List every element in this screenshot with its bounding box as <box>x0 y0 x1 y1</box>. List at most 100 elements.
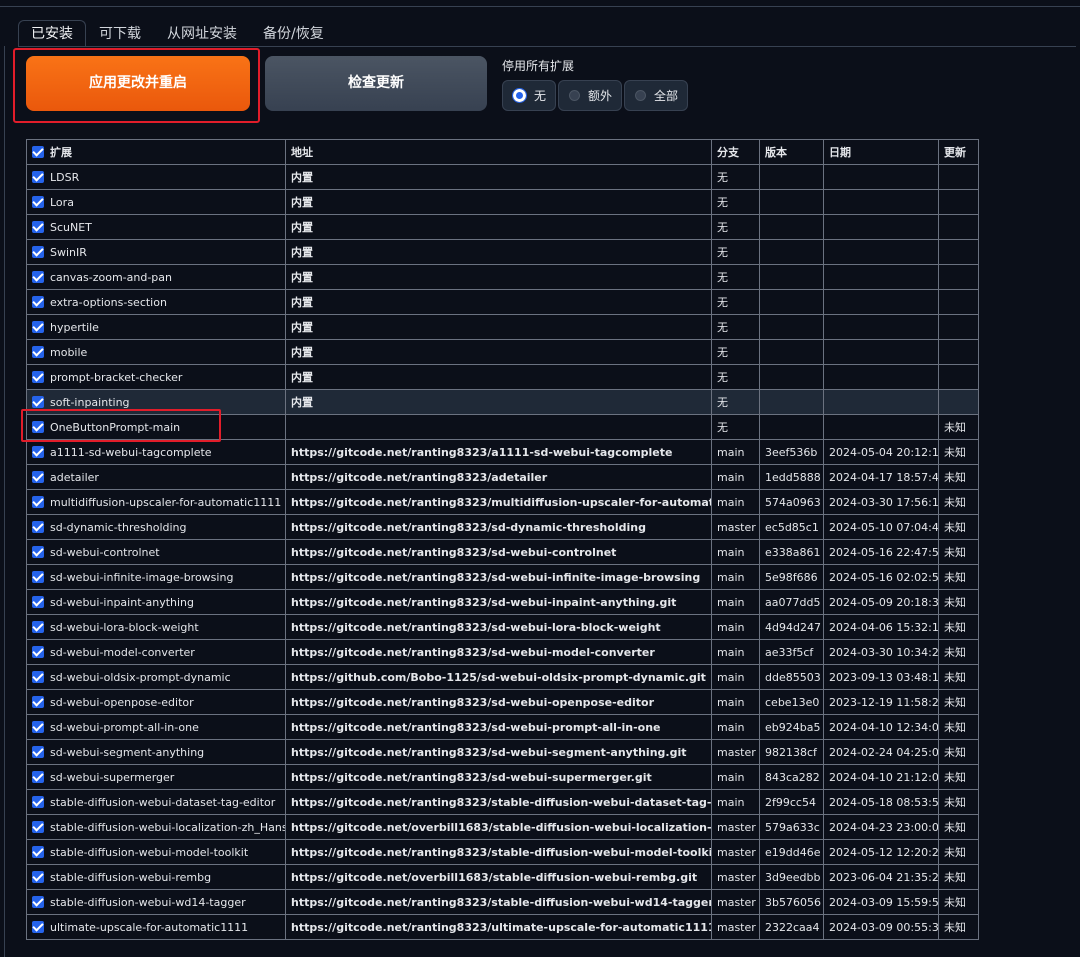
url-cell[interactable]: https://gitcode.net/ranting8323/adetaile… <box>285 464 712 490</box>
url-cell[interactable]: https://github.com/Bobo-1125/sd-webui-ol… <box>285 664 712 690</box>
extension-name-cell: sd-webui-prompt-all-in-one <box>26 714 286 740</box>
version-cell <box>759 164 824 190</box>
url-cell[interactable]: https://gitcode.net/ranting8323/sd-webui… <box>285 714 712 740</box>
update-status-cell: 未知 <box>938 439 979 465</box>
url-cell[interactable]: https://gitcode.net/ranting8323/sd-webui… <box>285 564 712 590</box>
radio-all[interactable]: 全部 <box>624 80 689 111</box>
branch-cell: main <box>711 689 760 715</box>
enable-checkbox-icon[interactable] <box>32 720 44 733</box>
url-cell[interactable]: https://gitcode.net/ranting8323/sd-webui… <box>285 539 712 565</box>
date-cell <box>823 239 939 265</box>
extension-name-cell: sd-webui-openpose-editor <box>26 689 286 715</box>
enable-checkbox-icon[interactable] <box>32 620 44 633</box>
enable-checkbox-icon[interactable] <box>32 495 44 508</box>
table-row: ultimate-upscale-for-automatic1111 https:… <box>26 914 979 940</box>
check-updates-button[interactable]: 检查更新 <box>265 56 487 111</box>
enable-checkbox-icon[interactable] <box>32 895 44 908</box>
extension-name: mobile <box>50 345 88 359</box>
extension-name: sd-webui-infinite-image-browsing <box>50 570 234 584</box>
enable-checkbox-icon[interactable] <box>32 570 44 583</box>
extension-name-cell: stable-diffusion-webui-wd14-tagger <box>26 889 286 915</box>
enable-checkbox-icon[interactable] <box>32 270 44 283</box>
table-row: stable-diffusion-webui-wd14-tagger https:… <box>26 889 979 915</box>
tab-available[interactable]: 可下载 <box>86 20 154 47</box>
url-cell[interactable]: https://gitcode.net/ranting8323/sd-dynam… <box>285 514 712 540</box>
url-cell[interactable]: https://gitcode.net/ranting8323/stable-d… <box>285 889 712 915</box>
extension-name: sd-webui-supermerger <box>50 770 175 784</box>
update-status-cell: 未知 <box>938 689 979 715</box>
enable-checkbox-icon[interactable] <box>32 445 44 458</box>
url-cell[interactable]: https://gitcode.net/ranting8323/sd-webui… <box>285 639 712 665</box>
date-cell <box>823 389 939 415</box>
update-status-cell: 未知 <box>938 889 979 915</box>
url-cell[interactable]: https://gitcode.net/ranting8323/sd-webui… <box>285 614 712 640</box>
url-cell[interactable]: https://gitcode.net/ranting8323/multidif… <box>285 489 712 515</box>
table-row: Lora 内置无 <box>26 189 979 215</box>
table-row: canvas-zoom-and-pan 内置无 <box>26 264 979 290</box>
update-status-cell: 未知 <box>938 789 979 815</box>
tab-backup-restore[interactable]: 备份/恢复 <box>250 20 337 47</box>
version-cell <box>759 289 824 315</box>
extension-name: LDSR <box>50 170 80 184</box>
enable-checkbox-icon[interactable] <box>32 295 44 308</box>
enable-checkbox-icon[interactable] <box>32 470 44 483</box>
extension-name: ScuNET <box>50 220 92 234</box>
url-cell[interactable]: https://gitcode.net/ranting8323/a1111-sd… <box>285 439 712 465</box>
enable-checkbox-icon[interactable] <box>32 245 44 258</box>
url-cell[interactable]: https://gitcode.net/ranting8323/sd-webui… <box>285 589 712 615</box>
enable-checkbox-icon[interactable] <box>32 170 44 183</box>
radio-extra[interactable]: 额外 <box>558 80 623 111</box>
enable-checkbox-icon[interactable] <box>32 820 44 833</box>
enable-checkbox-icon[interactable] <box>32 695 44 708</box>
url-cell[interactable]: https://gitcode.net/overbill1683/stable-… <box>285 864 712 890</box>
enable-checkbox-icon[interactable] <box>32 520 44 533</box>
branch-cell: master <box>711 514 760 540</box>
update-status-cell: 未知 <box>938 614 979 640</box>
enable-checkbox-icon[interactable] <box>32 745 44 758</box>
url-cell: 内置 <box>285 264 712 290</box>
url-cell[interactable]: https://gitcode.net/ranting8323/stable-d… <box>285 789 712 815</box>
enable-checkbox-icon[interactable] <box>32 645 44 658</box>
header-url: 地址 <box>285 139 712 165</box>
tab-installed[interactable]: 已安装 <box>18 20 86 47</box>
enable-checkbox-icon[interactable] <box>32 795 44 808</box>
enable-checkbox-icon[interactable] <box>32 770 44 783</box>
enable-checkbox-icon[interactable] <box>32 870 44 883</box>
select-all-checkbox-icon[interactable] <box>32 146 44 158</box>
radio-none[interactable]: 无 <box>502 80 557 111</box>
branch-cell: 无 <box>711 414 760 440</box>
enable-checkbox-icon[interactable] <box>32 195 44 208</box>
extension-name-cell: SwinIR <box>26 239 286 265</box>
highlight-box <box>21 409 221 442</box>
enable-checkbox-icon[interactable] <box>32 220 44 233</box>
table-row: sd-webui-segment-anything https://gitcode… <box>26 739 979 765</box>
extension-name-cell: ScuNET <box>26 214 286 240</box>
version-cell <box>759 264 824 290</box>
update-status-cell <box>938 189 979 215</box>
enable-checkbox-icon[interactable] <box>32 920 44 933</box>
enable-checkbox-icon[interactable] <box>32 670 44 683</box>
url-cell[interactable]: https://gitcode.net/ranting8323/sd-webui… <box>285 739 712 765</box>
enable-checkbox-icon[interactable] <box>32 395 44 408</box>
date-cell: 2023-09-13 03:48:18 <box>823 664 939 690</box>
branch-cell: master <box>711 889 760 915</box>
enable-checkbox-icon[interactable] <box>32 370 44 383</box>
url-cell[interactable]: https://gitcode.net/ranting8323/stable-d… <box>285 839 712 865</box>
extension-name: multidiffusion-upscaler-for-automatic111… <box>50 495 282 509</box>
url-cell[interactable]: https://gitcode.net/ranting8323/ultimate… <box>285 914 712 940</box>
tab-install-from-url[interactable]: 从网址安装 <box>154 20 250 47</box>
enable-checkbox-icon[interactable] <box>32 320 44 333</box>
url-cell[interactable]: https://gitcode.net/ranting8323/sd-webui… <box>285 764 712 790</box>
enable-checkbox-icon[interactable] <box>32 595 44 608</box>
enable-checkbox-icon[interactable] <box>32 845 44 858</box>
enable-checkbox-icon[interactable] <box>32 345 44 358</box>
extension-name-cell: stable-diffusion-webui-rembg <box>26 864 286 890</box>
extension-name: extra-options-section <box>50 295 167 309</box>
extension-name-cell: LDSR <box>26 164 286 190</box>
enable-checkbox-icon[interactable] <box>32 545 44 558</box>
url-cell[interactable]: https://gitcode.net/ranting8323/sd-webui… <box>285 689 712 715</box>
extension-name: adetailer <box>50 470 99 484</box>
url-cell[interactable]: https://gitcode.net/overbill1683/stable-… <box>285 814 712 840</box>
extension-name: sd-webui-lora-block-weight <box>50 620 199 634</box>
radio-dot-icon <box>569 90 581 101</box>
